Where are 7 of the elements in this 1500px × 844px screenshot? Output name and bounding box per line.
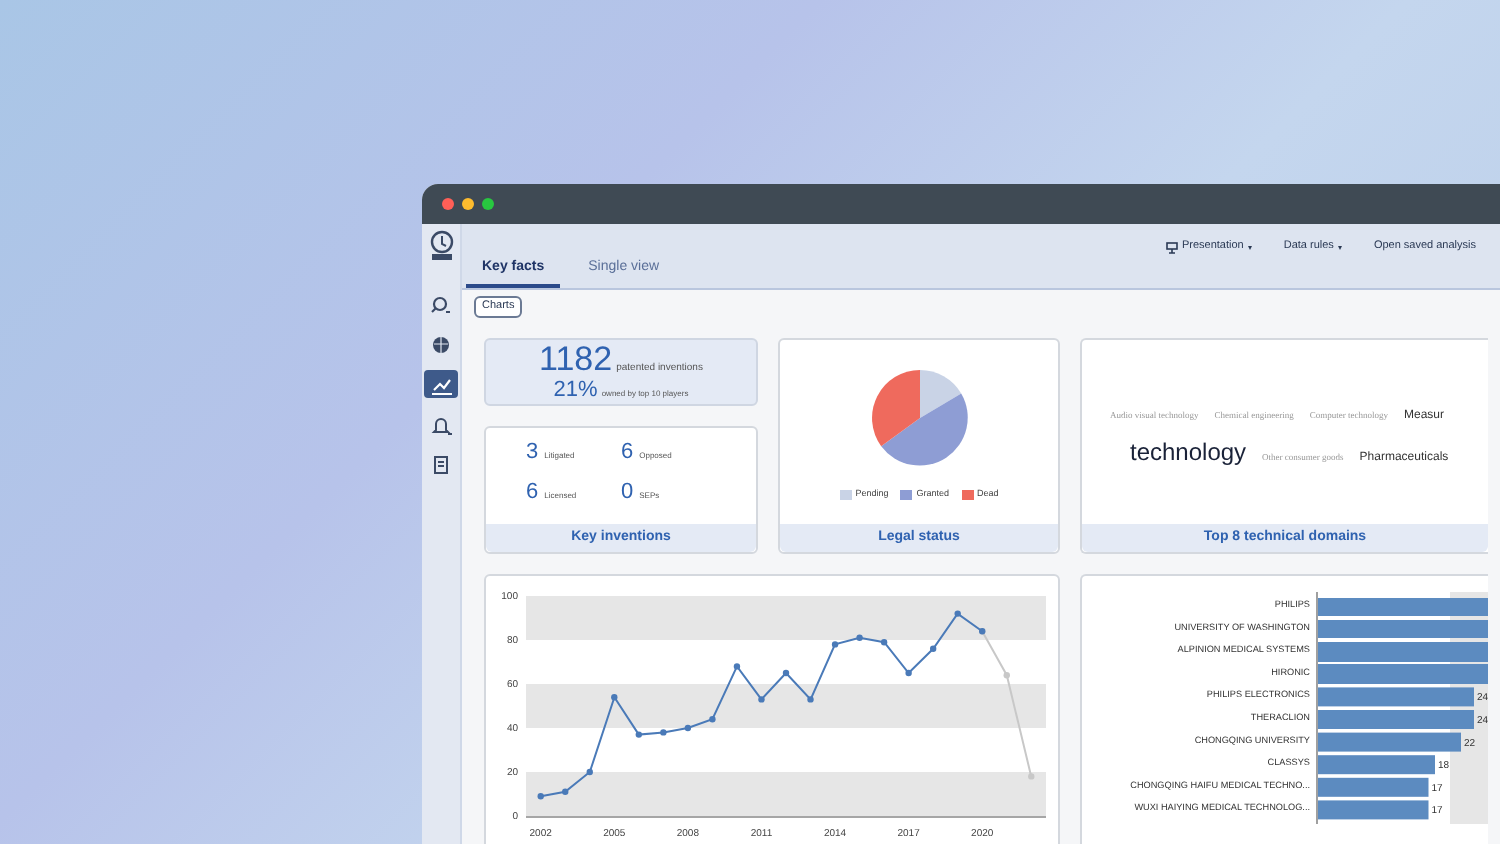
domain-word: technology bbox=[1130, 436, 1247, 470]
fact-value: 0 bbox=[621, 480, 634, 504]
fact-value: 6 bbox=[526, 480, 539, 504]
patent-count: 1182 bbox=[539, 342, 613, 377]
share-value: 21% bbox=[553, 377, 598, 402]
fact-value: 6 bbox=[621, 440, 634, 464]
fact-value: 3 bbox=[526, 440, 539, 464]
